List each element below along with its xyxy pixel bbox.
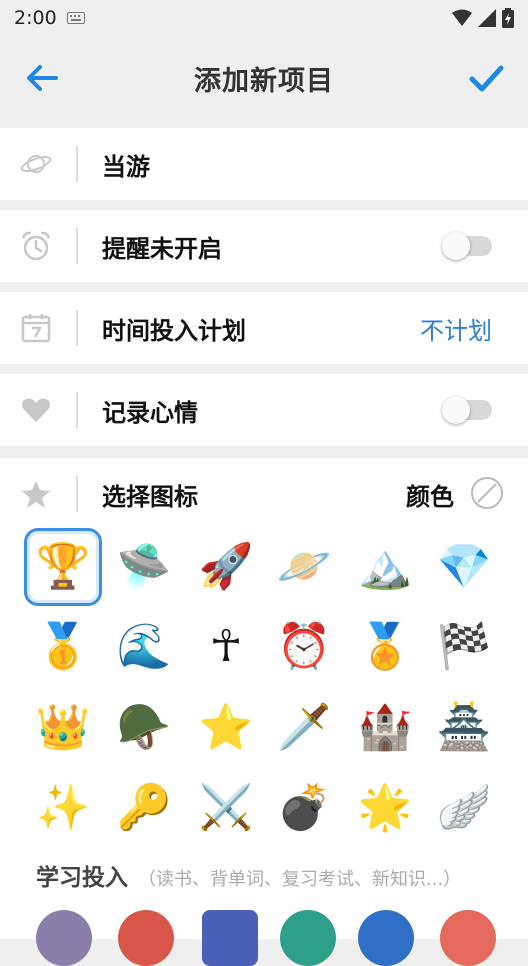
icon-option[interactable]: 🌟 [346, 769, 424, 847]
cell-signal-icon [478, 9, 496, 27]
planet-icon [18, 146, 54, 182]
mood-label: 记录心情 [102, 398, 198, 427]
alarm-clock-icon [18, 228, 54, 264]
row-divider [76, 146, 78, 182]
icon-option[interactable]: 🌊 [105, 608, 183, 686]
row-divider [76, 228, 78, 264]
plan-label: 时间投入计划 [102, 316, 246, 345]
calendar-icon [18, 310, 54, 346]
confirm-check-icon[interactable] [466, 58, 506, 98]
icon-picker-header: 选择图标 颜色 [0, 458, 528, 530]
category-icon-6[interactable] [440, 910, 496, 966]
icon-option[interactable]: ☥ [187, 608, 265, 686]
reminder-toggle[interactable] [442, 232, 492, 260]
project-name-field[interactable]: 当游 [102, 147, 150, 182]
icon-option[interactable]: 🏰 [346, 689, 424, 767]
icon-option[interactable]: 🪐 [265, 528, 343, 606]
icon-option[interactable]: 👑 [24, 689, 102, 767]
category-icon-5[interactable] [358, 910, 414, 966]
row-divider [76, 476, 78, 512]
status-bar: 2:00 [0, 0, 528, 36]
top-app-bar: 添加新项目 [0, 36, 528, 120]
reminder-label: 提醒未开启 [102, 234, 222, 263]
icon-option[interactable]: 🥇 [24, 608, 102, 686]
category-hint: （读书、背单词、复习考试、新知识...） [138, 869, 462, 890]
star-icon [18, 476, 54, 512]
color-label: 颜色 [406, 482, 454, 511]
icon-picker-label: 选择图标 [102, 482, 198, 511]
icon-option[interactable]: 🚀 [187, 528, 265, 606]
battery-icon [502, 8, 514, 28]
category-header: 学习投入 （读书、背单词、复习考试、新知识...） [36, 858, 461, 892]
icon-option[interactable]: 🏆 [24, 528, 102, 606]
wifi-icon [452, 9, 472, 26]
keyboard-icon [66, 12, 85, 24]
plan-row[interactable]: 时间投入计划 不计划 [0, 292, 528, 364]
name-row[interactable]: 当游 [0, 128, 528, 200]
page-title: 添加新项目 [194, 65, 334, 97]
icon-option[interactable]: 🗡️ [265, 689, 343, 767]
category-name: 学习投入 [36, 865, 128, 891]
icon-option[interactable]: ⭐ [187, 689, 265, 767]
icon-option[interactable]: 🛸 [105, 528, 183, 606]
icon-option[interactable]: 🏁 [425, 608, 503, 686]
icon-option[interactable]: 🏔️ [346, 528, 424, 606]
no-color-icon[interactable] [470, 476, 504, 510]
category-icons-row [0, 910, 528, 966]
icon-option[interactable]: 🏯 [425, 689, 503, 767]
back-arrow-icon[interactable] [22, 58, 62, 98]
row-divider [76, 392, 78, 428]
icon-option[interactable]: 🏅 [346, 608, 424, 686]
icon-option[interactable]: 💎 [425, 528, 503, 606]
icon-option[interactable]: 🪽 [425, 769, 503, 847]
icon-option[interactable]: 🔑 [105, 769, 183, 847]
mood-toggle[interactable] [442, 396, 492, 424]
icon-option[interactable]: ⚔️ [187, 769, 265, 847]
status-time: 2:00 [14, 7, 57, 29]
category-icon-3[interactable] [202, 910, 258, 966]
category-icon-2[interactable] [118, 910, 174, 966]
icon-option[interactable]: ⏰ [265, 608, 343, 686]
heart-icon [18, 392, 54, 428]
icon-option[interactable]: ✨ [24, 769, 102, 847]
reminder-row[interactable]: 提醒未开启 [0, 210, 528, 282]
mood-row[interactable]: 记录心情 [0, 374, 528, 446]
icon-option[interactable]: 🪖 [105, 689, 183, 767]
category-icon-1[interactable] [36, 910, 92, 966]
row-divider [76, 310, 78, 346]
category-icon-4[interactable] [280, 910, 336, 966]
plan-value[interactable]: 不计划 [420, 311, 492, 346]
icon-option[interactable]: 💣 [265, 769, 343, 847]
icon-picker-panel: 选择图标 颜色 🏆 🛸 🚀 🪐 🏔️ 💎 🥇 🌊 ☥ ⏰ 🏅 🏁 👑 🪖 ⭐ 🗡️ 🏰 🏯 ✨ 🔑 ⚔️ 💣 🌟 🪽 学习投入… [0, 458, 528, 966]
